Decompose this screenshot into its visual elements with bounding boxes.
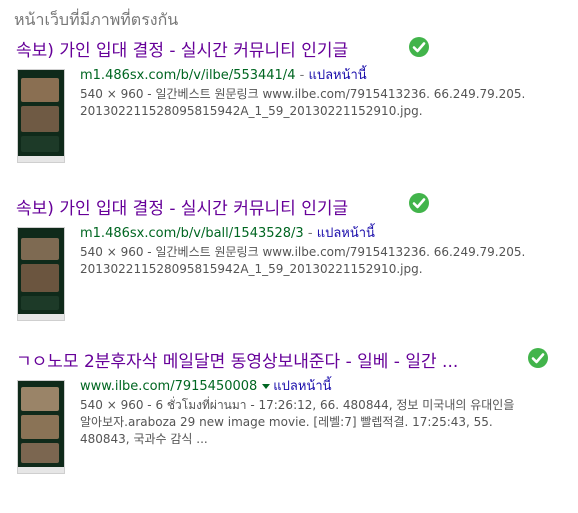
snippet-line: 20130221152809581594​2A_1_59_20130221152… bbox=[80, 262, 423, 276]
section-heading: หน้าเว็บที่มีภาพที่ตรงกัน bbox=[14, 10, 179, 29]
snippet-line: 20130221152809581594​2A_1_59_20130221152… bbox=[80, 104, 423, 118]
snippet-line: 540 × 960 - 일간베스트 원문링크 www.ilbe.com/7915… bbox=[80, 87, 526, 101]
result-snippet: 540 × 960 - 일간베스트 원문링크 www.ilbe.com/7915… bbox=[80, 244, 560, 278]
translate-link[interactable]: แปลหน้านี้ bbox=[308, 68, 366, 83]
search-result: 속보) 가인 입대 결정 - 실시간 커뮤니티 인기글 m1.486sx.com… bbox=[16, 37, 572, 170]
result-thumbnail[interactable] bbox=[17, 69, 65, 163]
snippet-line: 540 × 960 - 일간베스트 원문링크 www.ilbe.com/7915… bbox=[80, 245, 526, 259]
result-url[interactable]: www.ilbe.com/7915450008 bbox=[80, 379, 257, 394]
url-separator: - bbox=[299, 68, 305, 83]
translate-link[interactable]: แปลหน้านี้ bbox=[317, 226, 375, 241]
snippet-line: 480843, 국과수 감식 ... bbox=[80, 432, 208, 446]
result-snippet: 540 × 960 - 일간베스트 원문링크 www.ilbe.com/7915… bbox=[80, 86, 560, 120]
search-result: ㄱㅇ노모 2분후자삭 메일달면 동영상보내준다 - 일베 - 일간 ... ww… bbox=[16, 348, 572, 491]
result-url[interactable]: m1.486sx.com/b/v/ilbe/553441/4 bbox=[80, 68, 295, 83]
result-title-link[interactable]: 속보) 가인 입대 결정 - 실시간 커뮤니티 인기글 bbox=[16, 40, 348, 62]
url-dropdown-arrow-icon[interactable] bbox=[262, 384, 271, 389]
result-snippet: 540 × 960 - 6 ชั่วโมงที่ผ่านมา - 17:26:1… bbox=[80, 397, 560, 448]
result-title-link[interactable]: ㄱㅇ노모 2분후자삭 메일달면 동영상보내준다 - 일베 - 일간 ... bbox=[16, 351, 458, 373]
check-circle-icon[interactable] bbox=[528, 348, 548, 368]
snippet-line: 540 × 960 - 6 ชั่วโมงที่ผ่านมา - 17:26:1… bbox=[80, 398, 515, 412]
search-result: 속보) 가인 입대 결정 - 실시간 커뮤니티 인기글 m1.486sx.com… bbox=[16, 193, 572, 328]
result-thumbnail[interactable] bbox=[17, 227, 65, 321]
result-thumbnail[interactable] bbox=[17, 380, 65, 474]
check-circle-icon[interactable] bbox=[409, 193, 429, 213]
translate-link[interactable]: แปลหน้านี้ bbox=[273, 379, 331, 394]
check-circle-icon[interactable] bbox=[409, 37, 429, 57]
url-separator: - bbox=[307, 226, 313, 241]
result-url[interactable]: m1.486sx.com/b/v/ball/1543528/3 bbox=[80, 226, 304, 241]
result-title-link[interactable]: 속보) 가인 입대 결정 - 실시간 커뮤니티 인기글 bbox=[16, 198, 348, 220]
snippet-line: 알아보자.araboza 29 new image movie. [레벨:7] … bbox=[80, 415, 493, 429]
